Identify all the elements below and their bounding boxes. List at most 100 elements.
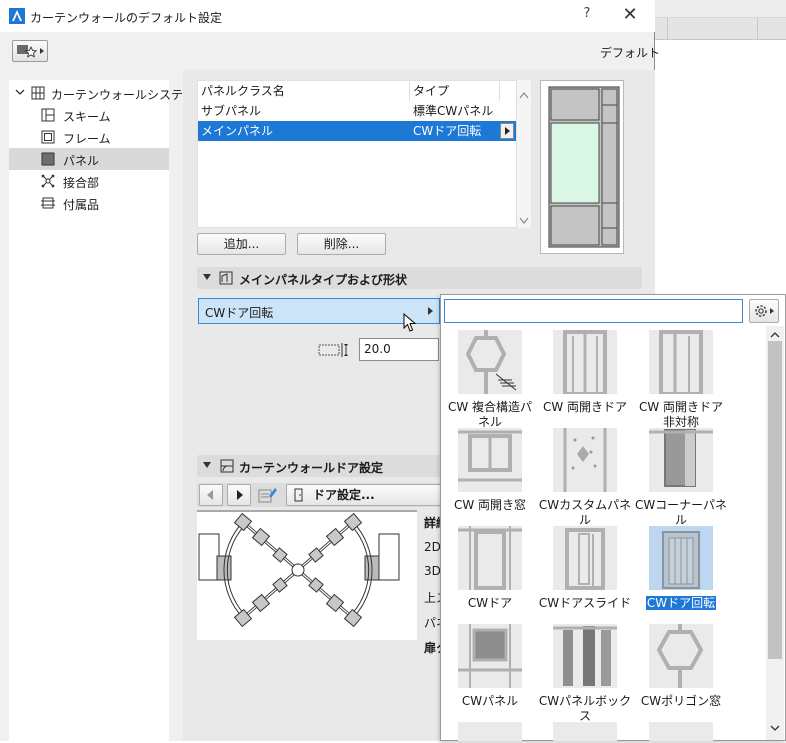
- collapse-triangle-icon[interactable]: [203, 462, 211, 468]
- door-detail-label: 詳細: [424, 516, 440, 530]
- dimension-input[interactable]: 20.0: [359, 338, 439, 361]
- table-scrollbar[interactable]: [517, 80, 531, 228]
- panel-type-label: CW 両開きドア非対称: [638, 400, 724, 429]
- tree-item-frame[interactable]: フレーム: [9, 126, 169, 148]
- panel-box-thumbnail-icon: [553, 624, 617, 688]
- asymmetric-double-door-thumbnail-icon: [649, 330, 713, 394]
- door-settings-button[interactable]: ドア設定...: [286, 484, 441, 506]
- table-row[interactable]: サブパネル 標準CWパネル: [198, 101, 516, 121]
- type-menu-button[interactable]: [500, 123, 514, 139]
- section-title: メインパネルタイプおよび形状: [239, 273, 408, 287]
- tree-item-junction[interactable]: 接合部: [9, 170, 169, 192]
- door-panel-label: パネ: [424, 616, 440, 630]
- triangle-left-icon: [207, 490, 213, 500]
- mouse-cursor-icon: [403, 313, 417, 332]
- background-tab-divider: [667, 18, 668, 40]
- panel-type-label: CW 両開き窓: [453, 498, 527, 512]
- panel-type-item[interactable]: CWドア: [443, 526, 537, 622]
- door-toolbar: ドア設定...: [197, 483, 441, 507]
- panel-type-item[interactable]: CW 複合構造パネル: [443, 330, 537, 429]
- background-tab-bar: [655, 18, 786, 40]
- panel-type-item[interactable]: CW 両開き窓: [443, 428, 537, 524]
- archicad-app-icon: [9, 8, 25, 24]
- panel-type-item-selected[interactable]: CWドア回転: [634, 526, 728, 622]
- section-title: カーテンウォールドア設定: [239, 461, 384, 475]
- previous-button[interactable]: [199, 484, 223, 506]
- background-toolbar: [655, 0, 786, 18]
- default-label: デフォルト: [600, 46, 661, 60]
- panel-type-label: CW 複合構造パネル: [447, 400, 533, 429]
- door-settings-icon: [220, 459, 234, 473]
- panel-type-item[interactable]: CWポリゴン窓: [634, 624, 728, 720]
- tree-item-accessory[interactable]: 付属品: [9, 192, 169, 214]
- panel-type-thumbnail-partial: [458, 722, 522, 741]
- window-title: カーテンウォールのデフォルト設定: [30, 11, 223, 25]
- curtain-wall-preview-image: [548, 86, 620, 248]
- tree-item-panel[interactable]: パネル: [9, 148, 169, 170]
- panel-type-value: CWドア回転: [205, 306, 274, 320]
- sliding-door-thumbnail-icon: [553, 526, 617, 590]
- door-settings-section-header[interactable]: カーテンウォールドア設定: [197, 455, 441, 477]
- settings-button[interactable]: [749, 299, 779, 323]
- polygon-window-thumbnail-icon: [649, 624, 713, 688]
- panel-type-item[interactable]: CW 両開きドア: [538, 330, 632, 426]
- close-button[interactable]: ✕: [618, 4, 642, 26]
- panel-type-item[interactable]: CWコーナーパネル: [634, 428, 728, 527]
- panel-type-thumbnail-partial: [553, 722, 617, 741]
- help-button[interactable]: ?: [576, 6, 598, 26]
- panel-type-label: CWドア: [467, 596, 513, 610]
- curtain-wall-icon: [31, 86, 45, 100]
- popup-scrollbar-thumb[interactable]: [768, 341, 782, 659]
- chevron-down-icon[interactable]: [15, 87, 25, 97]
- panel-preview: [540, 80, 624, 254]
- favorites-button[interactable]: [12, 40, 48, 62]
- panel-type-label: CWポリゴン窓: [640, 694, 722, 708]
- column-header-name[interactable]: パネルクラス名: [198, 81, 410, 101]
- scheme-icon: [41, 108, 55, 122]
- corner-panel-thumbnail-icon: [649, 428, 713, 492]
- panel-type-item[interactable]: CWパネル: [443, 624, 537, 720]
- panel-shape-icon: [219, 271, 233, 285]
- row-name: サブパネル: [201, 104, 262, 118]
- column-header-type[interactable]: タイプ: [410, 81, 500, 101]
- panel-type-label: CWドアスライド: [538, 596, 632, 610]
- scroll-arrows-icon: [519, 92, 529, 224]
- tree-item-label: パネル: [63, 154, 100, 168]
- tree-item-scheme[interactable]: スキーム: [9, 104, 169, 126]
- panel-type-thumbnail-partial: [649, 722, 713, 741]
- panel-type-item[interactable]: CWカスタムパネル: [538, 428, 632, 527]
- panel-type-label: CWドア回転: [634, 596, 728, 611]
- tree-item-label: 接合部: [63, 176, 100, 190]
- panel-type-label: CWカスタムパネル: [538, 498, 632, 527]
- next-button[interactable]: [227, 484, 251, 506]
- row-name: メインパネル: [201, 124, 274, 138]
- panel-type-item[interactable]: CW 両開きドア非対称: [634, 330, 728, 429]
- delete-button[interactable]: 削除...: [297, 233, 386, 255]
- edit-icon: [258, 488, 277, 503]
- search-input[interactable]: [444, 299, 743, 323]
- double-window-thumbnail-icon: [458, 428, 522, 492]
- accessory-icon: [41, 197, 55, 209]
- composite-panel-thumbnail-icon: [458, 330, 522, 394]
- panel-type-item[interactable]: CWドアスライド: [538, 526, 632, 622]
- tree-item-curtain-wall-system[interactable]: カーテンウォールシステム: [9, 82, 195, 104]
- main-panel-type-section-header[interactable]: メインパネルタイプおよび形状: [197, 267, 642, 289]
- selected-label-text: CWドア回転: [645, 596, 717, 610]
- panel-type-item[interactable]: CWパネルボックス: [538, 624, 632, 723]
- add-button[interactable]: 追加...: [197, 233, 286, 255]
- door-leaf-label: 扉ク: [424, 641, 440, 655]
- revolving-door-plan-image: [197, 510, 417, 640]
- tree-item-label: スキーム: [63, 110, 111, 124]
- collapse-triangle-icon[interactable]: [203, 274, 211, 280]
- tree-item-label: 付属品: [63, 198, 100, 212]
- edit-door-icon[interactable]: [257, 486, 279, 504]
- panel-type-label: CW 両開きドア: [542, 400, 628, 414]
- table-row-selected[interactable]: メインパネル CWドア回転: [198, 121, 516, 141]
- panel-type-label: CWパネルボックス: [538, 694, 632, 723]
- favorites-star-icon: [17, 45, 44, 58]
- door-icon: [294, 488, 303, 502]
- tree-root-label: カーテンウォールシステム: [51, 88, 195, 102]
- revolving-door-thumbnail-icon: [649, 526, 713, 590]
- door-3d-label: 3D: [424, 564, 440, 578]
- frame-icon: [41, 130, 55, 144]
